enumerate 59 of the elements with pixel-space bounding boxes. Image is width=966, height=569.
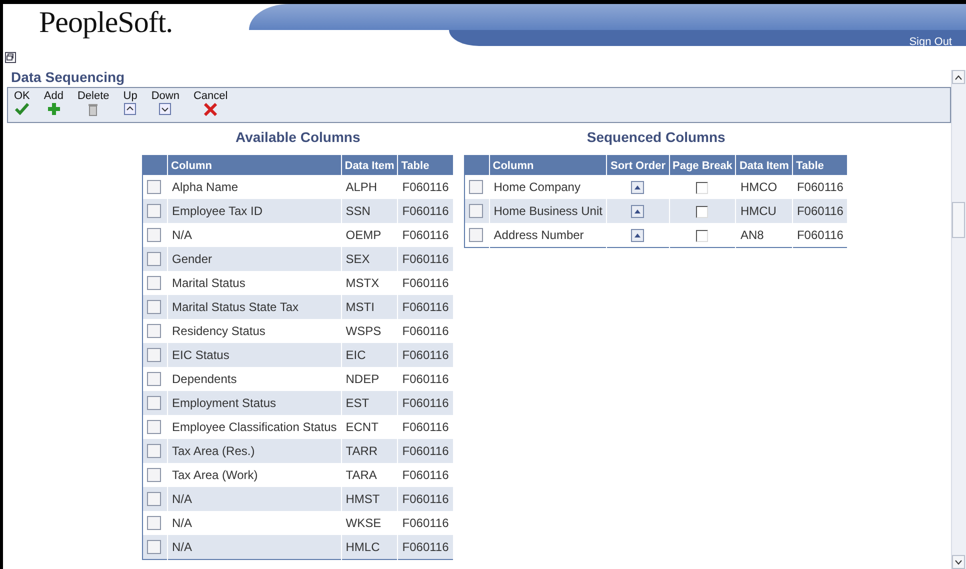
scroll-thumb[interactable]	[952, 202, 965, 238]
column-header: Data Item	[736, 156, 792, 175]
cancel-button[interactable]: Cancel	[193, 88, 228, 116]
section-heading: Available Columns	[236, 129, 360, 145]
trash-icon	[88, 103, 98, 116]
row-checkbox[interactable]	[147, 444, 161, 458]
ok-button[interactable]: OK	[14, 88, 30, 115]
table-cell: N/A	[168, 535, 342, 559]
restore-window-icon[interactable]	[5, 52, 16, 63]
row-checkbox[interactable]	[147, 204, 161, 218]
row-checkbox[interactable]	[147, 540, 161, 554]
delete-button[interactable]: Delete	[77, 88, 110, 116]
scroll-down-icon[interactable]	[952, 555, 965, 569]
down-button[interactable]: Down	[151, 88, 180, 115]
column-header: Data Item	[341, 156, 398, 175]
column-header: Column	[168, 156, 342, 175]
logo: PeopleSoft.	[38, 5, 174, 41]
column-header: Column	[489, 156, 607, 175]
page-break-checkbox[interactable]	[696, 206, 708, 218]
column-header: Table	[792, 156, 848, 175]
row-checkbox[interactable]	[147, 300, 161, 314]
table-cell: AN8	[736, 223, 792, 247]
close-icon	[204, 103, 218, 116]
sort-ascending-icon[interactable]	[631, 181, 644, 194]
page-title: Data Sequencing	[11, 69, 126, 85]
table-cell: Address Number	[489, 223, 607, 247]
row-checkbox[interactable]	[147, 492, 161, 506]
table-cell: HMLC	[341, 535, 398, 559]
row-checkbox[interactable]	[147, 372, 161, 386]
row-checkbox[interactable]	[468, 180, 483, 194]
row-checkbox[interactable]	[147, 252, 161, 266]
row-checkbox[interactable]	[147, 348, 161, 362]
column-header: Table	[398, 156, 454, 175]
sort-ascending-icon[interactable]	[631, 228, 644, 242]
row-checkbox[interactable]	[147, 396, 161, 410]
row-checkbox[interactable]	[147, 324, 161, 338]
table-cell: F060116	[398, 535, 454, 559]
column-header: Sort Order	[606, 156, 669, 175]
sort-ascending-icon[interactable]	[631, 205, 644, 218]
scroll-up-icon[interactable]	[952, 70, 965, 84]
up-button[interactable]: Up	[123, 88, 138, 115]
row-checkbox[interactable]	[147, 228, 161, 242]
plus-icon	[48, 103, 60, 115]
table-cell: F060116	[792, 223, 848, 247]
row-checkbox[interactable]	[147, 468, 161, 482]
row-checkbox[interactable]	[468, 204, 483, 218]
checkmark-icon	[14, 103, 29, 115]
add-button[interactable]: Add	[44, 88, 64, 115]
section-heading: Sequenced Columns	[586, 129, 726, 145]
row-checkbox[interactable]	[468, 228, 483, 242]
column-header: Page Break	[669, 156, 736, 175]
page-break-checkbox[interactable]	[696, 182, 708, 194]
page-break-checkbox[interactable]	[696, 230, 708, 242]
vertical-scrollbar[interactable]	[951, 70, 966, 569]
row-checkbox[interactable]	[147, 420, 161, 434]
row-checkbox[interactable]	[147, 180, 161, 194]
row-checkbox[interactable]	[147, 516, 161, 530]
sign-out-link[interactable]: Sign Out	[909, 36, 952, 48]
row-checkbox[interactable]	[147, 276, 161, 290]
